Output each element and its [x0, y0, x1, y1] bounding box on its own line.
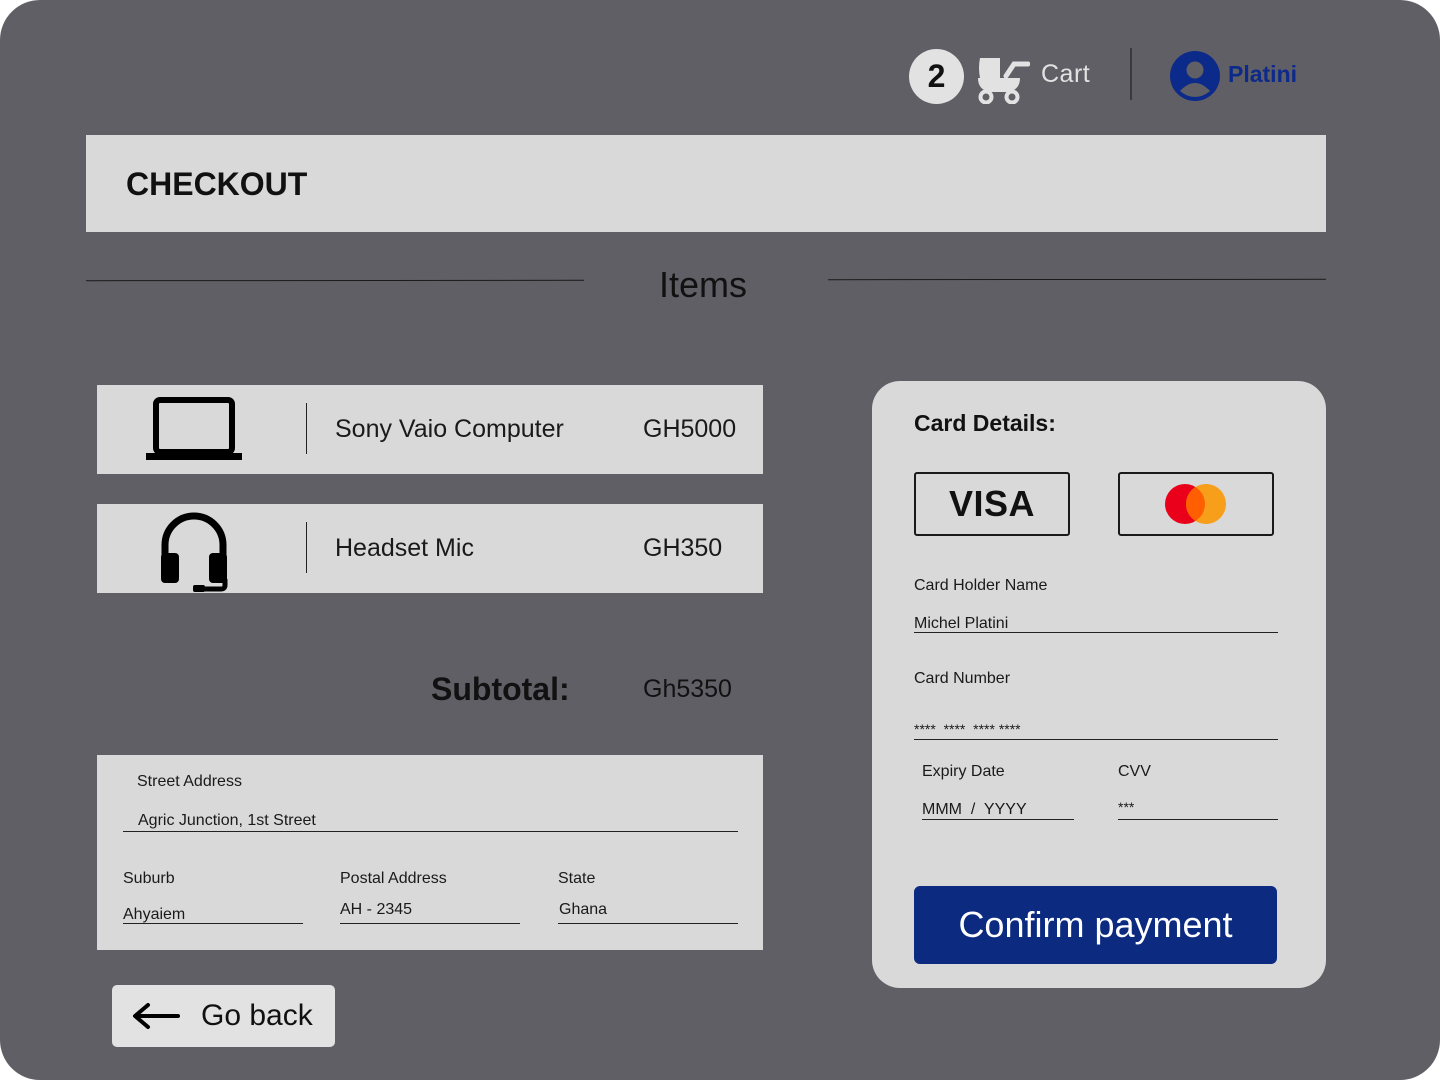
expiry-date-field[interactable]: MMM / YYYY [922, 801, 1027, 819]
suburb-field[interactable]: Ahyaiem [123, 906, 185, 924]
street-address-underline [123, 831, 738, 832]
item-name: Headset Mic [335, 534, 474, 562]
state-field[interactable]: Ghana [559, 901, 607, 919]
state-label: State [558, 870, 596, 887]
address-form: Street Address Agric Junction, 1st Stree… [97, 755, 763, 950]
postal-address-underline [340, 923, 520, 924]
suburb-label: Suburb [123, 870, 175, 887]
item-divider [306, 403, 307, 454]
cvv-label: CVV [1118, 763, 1151, 780]
suburb-underline [123, 923, 303, 924]
street-address-label: Street Address [137, 773, 242, 790]
cvv-underline [1118, 819, 1278, 820]
item-row-sony-vaio[interactable]: Sony Vaio Computer GH5000 [97, 385, 763, 474]
header-divider [1130, 48, 1132, 100]
go-back-label: Go back [201, 999, 313, 1032]
card-holder-name-label: Card Holder Name [914, 577, 1048, 594]
mastercard-icon [1165, 484, 1226, 524]
confirm-payment-button[interactable]: Confirm payment [914, 886, 1277, 964]
mastercard-option-button[interactable] [1118, 472, 1274, 536]
cvv-field[interactable]: *** [1118, 799, 1134, 815]
card-details-panel: Card Details: VISA Card Holder Name Mich… [872, 381, 1326, 988]
cart-label[interactable]: Cart [1041, 60, 1090, 89]
headset-icon [161, 512, 228, 592]
item-divider [306, 522, 307, 573]
expiry-date-underline [922, 819, 1074, 820]
visa-option-button[interactable]: VISA [914, 472, 1070, 536]
items-rule-left [85, 279, 585, 282]
user-name[interactable]: Platini [1228, 61, 1297, 88]
card-number-label: Card Number [914, 670, 1011, 687]
cart-icon[interactable] [976, 50, 1030, 104]
card-number-field[interactable]: **** **** **** **** [914, 721, 1021, 737]
user-avatar-icon[interactable] [1170, 51, 1220, 101]
card-holder-name-field[interactable]: Michel Platini [914, 615, 1008, 633]
item-price: GH350 [643, 534, 723, 562]
item-price: GH5000 [643, 415, 737, 443]
street-address-field[interactable]: Agric Junction, 1st Street [138, 812, 316, 830]
checkout-page: 2 Cart Platini CHECKOUT Items Sony Vaio … [0, 0, 1440, 1080]
laptop-icon [146, 397, 242, 460]
items-rule-right [827, 278, 1327, 281]
postal-address-field[interactable]: AH - 2345 [340, 901, 412, 919]
postal-address-label: Postal Address [340, 870, 447, 887]
visa-logo-text: VISA [948, 483, 1036, 524]
cart-count-badge[interactable]: 2 [909, 49, 964, 104]
card-details-title: Card Details: [914, 410, 1056, 436]
card-number-underline [914, 739, 1278, 740]
go-back-button[interactable]: Go back [112, 985, 335, 1047]
card-holder-name-underline [914, 632, 1278, 633]
items-heading: Items [659, 264, 748, 305]
subtotal-value: Gh5350 [643, 675, 732, 703]
state-underline [558, 923, 738, 924]
subtotal-label: Subtotal: [431, 671, 570, 707]
expiry-date-label: Expiry Date [922, 763, 1005, 780]
arrow-left-icon [133, 1003, 180, 1029]
item-row-headset-mic[interactable]: Headset Mic GH350 [97, 504, 763, 593]
page-title: CHECKOUT [126, 166, 308, 202]
item-name: Sony Vaio Computer [335, 415, 564, 443]
